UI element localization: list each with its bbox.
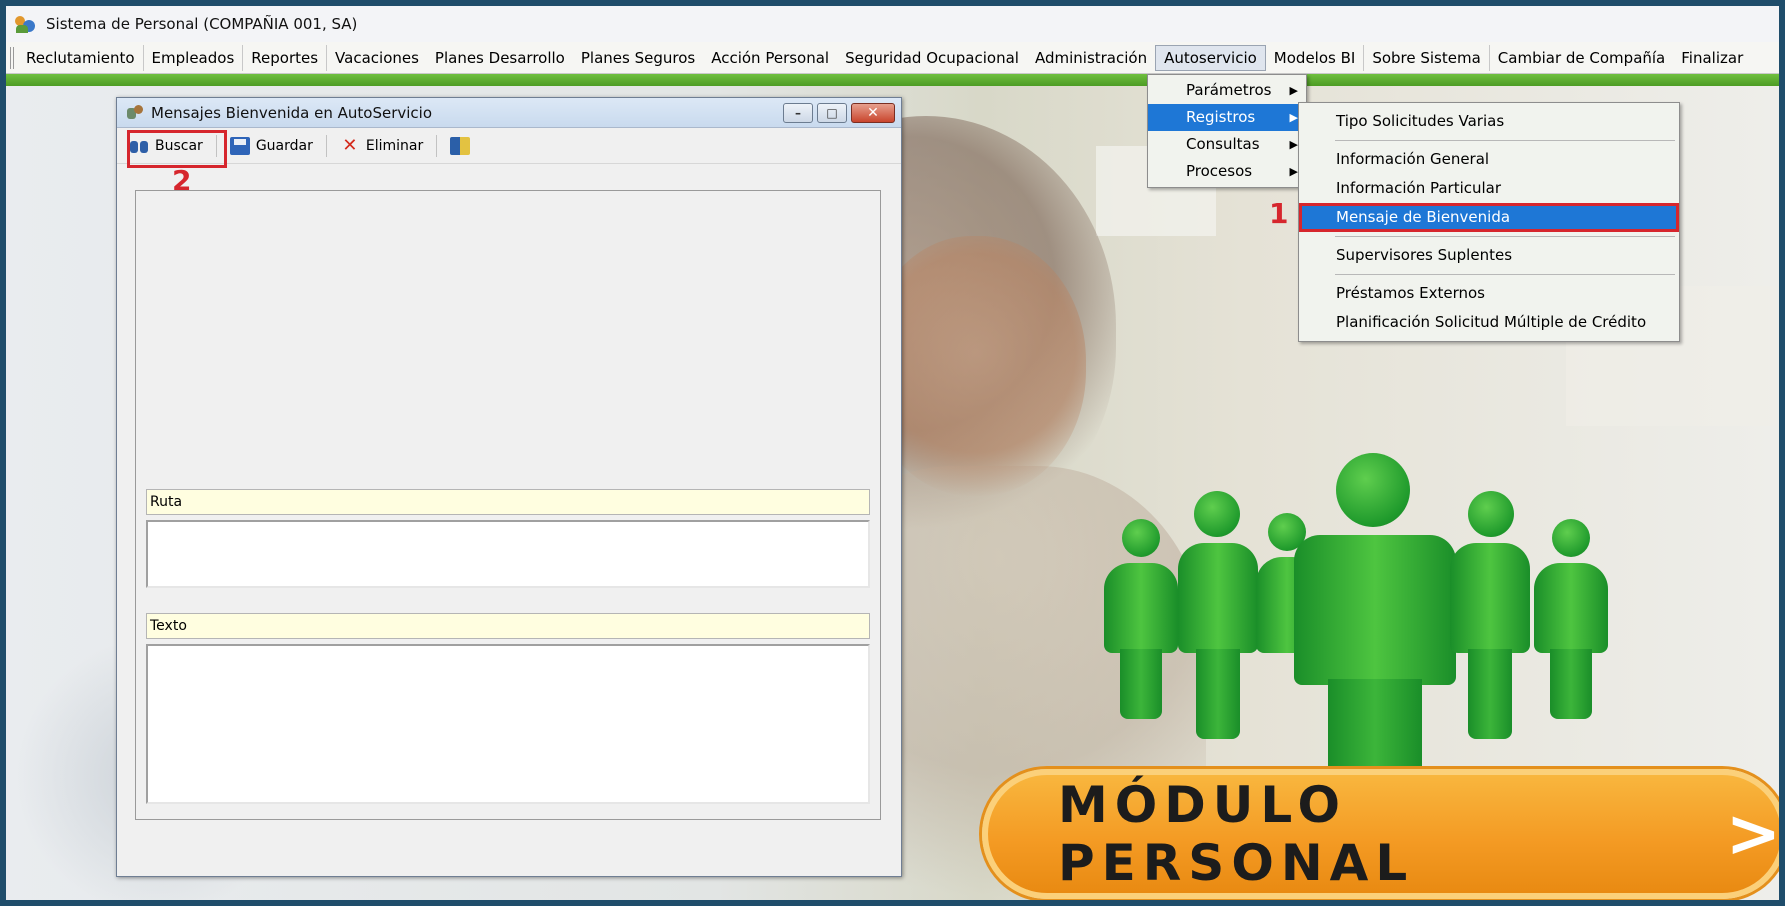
menu-sobre-sistema[interactable]: Sobre Sistema (1364, 44, 1490, 71)
menubar: Reclutamiento Empleados Reportes Vacacio… (6, 42, 1779, 74)
minimize-button[interactable]: – (783, 102, 813, 123)
team-people-icon (1104, 453, 1644, 783)
menu-autoservicio[interactable]: Autoservicio (1155, 44, 1266, 71)
arrow-right-icon: ▶ (1289, 165, 1298, 178)
submenu-item-informacion-general[interactable]: Información General (1299, 145, 1679, 174)
submenu-item-prestamos-externos[interactable]: Préstamos Externos (1299, 279, 1679, 308)
menu-planes-seguros[interactable]: Planes Seguros (573, 45, 703, 71)
people-app-icon (14, 13, 36, 35)
menu-modelos-bi[interactable]: Modelos BI (1266, 44, 1365, 71)
minimize-icon: – (795, 105, 801, 120)
close-icon: ✕ (867, 104, 879, 121)
menu-planes-desarrollo[interactable]: Planes Desarrollo (427, 45, 573, 71)
close-button[interactable]: ✕ (851, 102, 895, 123)
annotation-box-buscar (127, 130, 227, 168)
arrow-right-icon: ▶ (1289, 111, 1298, 124)
arrow-right-icon: ▶ (1289, 138, 1298, 151)
menu-item-procesos[interactable]: Procesos ▶ (1148, 158, 1306, 185)
window-app-icon (125, 103, 145, 123)
ruta-label: Ruta (146, 489, 870, 515)
banner-text: MÓDULO PERSONAL (1058, 776, 1415, 892)
texto-field[interactable] (146, 644, 870, 804)
modulo-personal-banner: MÓDULO PERSONAL > (982, 769, 1779, 899)
submenu-item-planificacion-credito[interactable]: Planificación Solicitud Múltiple de Créd… (1299, 308, 1679, 337)
maximize-button[interactable]: □ (817, 102, 847, 123)
exit-button[interactable] (444, 132, 476, 160)
annotation-step-1: 1 (1269, 197, 1289, 230)
chevron-right-icon: > (1725, 795, 1779, 872)
save-disk-icon (229, 136, 250, 155)
menu-item-parametros[interactable]: Parámetros ▶ (1148, 77, 1306, 104)
window-toolbar: Buscar Guardar ✕ Eliminar (117, 128, 901, 164)
menu-administracion[interactable]: Administración (1027, 45, 1155, 71)
menu-item-consultas[interactable]: Consultas ▶ (1148, 131, 1306, 158)
eliminar-button[interactable]: ✕ Eliminar (334, 132, 429, 160)
green-accent-strip (6, 74, 1779, 86)
texto-label: Texto (146, 613, 870, 639)
submenu-item-mensaje-bienvenida[interactable]: Mensaje de Bienvenida (1299, 203, 1679, 232)
autoservicio-dropdown: Parámetros ▶ Registros ▶ Consultas ▶ Pro… (1147, 74, 1307, 188)
window-content-panel: Ruta Texto (135, 190, 881, 820)
window-title: Mensajes Bienvenida en AutoServicio (151, 103, 433, 122)
guardar-label: Guardar (255, 137, 313, 154)
arrow-right-icon: ▶ (1289, 84, 1298, 97)
maximize-icon: □ (826, 105, 838, 120)
menu-cambiar-compania[interactable]: Cambiar de Compañía (1490, 45, 1673, 71)
menu-seguridad-ocupacional[interactable]: Seguridad Ocupacional (837, 45, 1027, 71)
window-titlebar[interactable]: Mensajes Bienvenida en AutoServicio – □ … (117, 98, 901, 128)
submenu-item-supervisores-suplentes[interactable]: Supervisores Suplentes (1299, 241, 1679, 270)
exit-door-icon (450, 136, 471, 155)
guardar-button[interactable]: Guardar (224, 132, 319, 160)
menu-reclutamiento[interactable]: Reclutamiento (18, 44, 144, 71)
menu-finalizar[interactable]: Finalizar (1673, 45, 1751, 71)
registros-submenu: Tipo Solicitudes Varias Información Gene… (1298, 102, 1680, 342)
app-title: Sistema de Personal (COMPAÑIA 001, SA) (46, 15, 358, 33)
menu-accion-personal[interactable]: Acción Personal (703, 45, 837, 71)
menu-empleados[interactable]: Empleados (144, 44, 244, 71)
menu-grip[interactable] (10, 46, 14, 69)
app-titlebar: Sistema de Personal (COMPAÑIA 001, SA) (6, 6, 1779, 42)
eliminar-label: Eliminar (365, 137, 424, 154)
delete-x-icon: ✕ (342, 134, 358, 156)
submenu-item-tipo-solicitudes[interactable]: Tipo Solicitudes Varias (1299, 107, 1679, 136)
menu-vacaciones[interactable]: Vacaciones (327, 45, 427, 71)
menu-item-registros[interactable]: Registros ▶ (1148, 104, 1306, 131)
app-window: Sistema de Personal (COMPAÑIA 001, SA) R… (6, 6, 1779, 900)
mensajes-bienvenida-window: Mensajes Bienvenida en AutoServicio – □ … (116, 97, 902, 877)
menu-reportes[interactable]: Reportes (243, 44, 328, 71)
ruta-field[interactable] (146, 520, 870, 588)
submenu-item-informacion-particular[interactable]: Información Particular (1299, 174, 1679, 203)
